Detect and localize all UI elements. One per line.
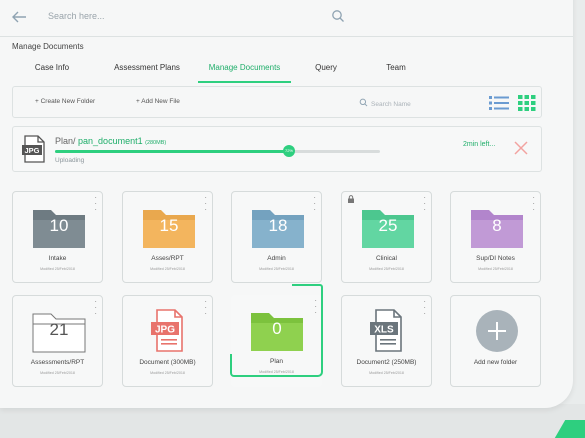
tab-manage-documents[interactable]: Manage Documents xyxy=(198,61,291,83)
more-options-icon[interactable]: · · · xyxy=(532,194,535,214)
folder-count: 25 xyxy=(378,216,398,235)
more-options-icon[interactable]: · · · xyxy=(423,298,426,318)
tab-team[interactable]: Team xyxy=(367,61,425,83)
page-title: Manage Documents xyxy=(12,42,84,51)
back-arrow-icon[interactable] xyxy=(10,8,28,26)
folder-card-assessments-rpt[interactable]: · · · 21 Assessments/RPT Modified 25/Feb/2… xyxy=(12,295,103,387)
file-name: Document (300MB) xyxy=(139,359,196,366)
add-file-button[interactable]: + Add New File xyxy=(136,98,180,105)
file-modified-date: Modified 25/Feb/2018 xyxy=(369,371,404,375)
upload-filename: pan_document1 xyxy=(78,136,143,146)
upload-file-type-label: JPG xyxy=(24,146,39,155)
file-modified-date: Modified 25/Feb/2018 xyxy=(150,371,185,375)
tab-query[interactable]: Query xyxy=(301,61,351,83)
folder-card-clinical[interactable]: · · · 25 Clinical Modified 25/Feb/2018 xyxy=(341,191,432,283)
add-new-folder-label: Add new folder xyxy=(473,359,518,366)
folder-card-intake[interactable]: · · · 10 Intake Modified 25/Feb/2018 xyxy=(12,191,103,283)
folder-count: 15 xyxy=(159,216,179,235)
more-options-icon[interactable]: · · · xyxy=(204,298,207,318)
folder-modified-date: Modified 25/Feb/2018 xyxy=(478,267,513,271)
tab-assessment-plans[interactable]: Assessment Plans xyxy=(106,61,188,83)
more-options-icon[interactable]: · · · xyxy=(204,194,207,214)
folder-modified-date: Modified 25/Feb/2018 xyxy=(40,371,75,375)
search-input[interactable]: Search here... xyxy=(48,11,105,21)
tab-bar: Case Info Assessment Plans Manage Docume… xyxy=(12,61,542,83)
list-view-icon[interactable] xyxy=(489,95,509,111)
upload-time-left: 2min left... xyxy=(463,141,496,148)
file-type-label: XLS xyxy=(374,325,394,336)
folder-card-admin[interactable]: · · · 18 Admin Modified 25/Feb/2018 xyxy=(231,191,322,283)
more-options-icon[interactable]: · · · xyxy=(94,194,97,214)
upload-path: Plan/ xyxy=(55,136,76,146)
folder-name: Asses/RPT xyxy=(151,255,184,262)
upload-progress-fill xyxy=(55,150,289,153)
selection-highlight xyxy=(230,284,323,377)
plus-icon[interactable] xyxy=(469,308,525,354)
more-options-icon[interactable]: · · · xyxy=(94,298,97,318)
folder-name: Clinical xyxy=(376,255,397,262)
more-options-icon[interactable]: · · · xyxy=(423,194,426,214)
file-type-label: JPG xyxy=(155,325,175,336)
folder-name: Admin xyxy=(267,255,286,262)
divider xyxy=(0,36,573,37)
upload-status: Uploading xyxy=(55,157,85,164)
name-search-placeholder: Search Name xyxy=(371,101,411,108)
upload-file-name: Plan/ pan_document1 (280MB) xyxy=(55,136,166,146)
folder-modified-date: Modified 25/Feb/2018 xyxy=(259,267,294,271)
folder-name: Sup/DI Notes xyxy=(476,255,515,262)
jpg-file-icon: JPG xyxy=(151,309,183,352)
add-new-folder-card[interactable]: Add new folder xyxy=(450,295,541,387)
folder-count: 21 xyxy=(49,320,69,339)
folder-modified-date: Modified 25/Feb/2018 xyxy=(40,267,75,271)
folder-modified-date: Modified 25/Feb/2018 xyxy=(369,267,404,271)
upload-progress-bar: 72% xyxy=(55,145,380,157)
file-card-document2[interactable]: · · · XLS Document2 (250MB) Modified 25/Fe… xyxy=(341,295,432,387)
folder-card-sup-di-notes[interactable]: · · · 8 Sup/DI Notes Modified 25/Feb/2018 xyxy=(450,191,541,283)
upload-filesize: (280MB) xyxy=(145,140,167,146)
document-toolbar: + Create New Folder + Add New File Searc… xyxy=(12,86,542,118)
file-card-document[interactable]: · · · JPG Document (300MB) Modified 25/Feb… xyxy=(122,295,213,387)
grid-view-icon[interactable] xyxy=(518,95,536,111)
folder-count: 18 xyxy=(268,216,288,235)
search-icon[interactable] xyxy=(331,9,345,23)
lock-icon xyxy=(348,195,354,203)
upload-progress-panel: JPG Plan/ pan_document1 (280MB) 72% Uplo… xyxy=(12,126,542,172)
folder-count: 10 xyxy=(49,216,69,235)
jpg-file-icon: JPG xyxy=(22,135,46,163)
upload-progress-knob: 72% xyxy=(283,145,295,157)
name-search-input[interactable]: Search Name xyxy=(359,98,411,108)
folder-modified-date: Modified 25/Feb/2018 xyxy=(150,267,185,271)
device-bezel xyxy=(0,404,585,438)
main-panel: Search here... Manage Documents Case Inf… xyxy=(0,0,573,408)
folder-name: Intake xyxy=(48,255,67,262)
tab-case-info[interactable]: Case Info xyxy=(12,61,92,83)
more-options-icon[interactable]: · · · xyxy=(313,194,316,214)
folder-count: 8 xyxy=(492,216,502,235)
cancel-upload-icon[interactable] xyxy=(513,140,529,156)
app-window: Search here... Manage Documents Case Inf… xyxy=(0,0,585,438)
folder-name: Assessments/RPT xyxy=(30,359,85,366)
folder-card-asses-rpt[interactable]: · · · 15 Asses/RPT Modified 25/Feb/2018 xyxy=(122,191,213,283)
top-bar: Search here... xyxy=(0,0,573,36)
create-folder-button[interactable]: + Create New Folder xyxy=(35,98,95,105)
xls-file-icon: XLS xyxy=(370,309,402,352)
file-name: Document2 (250MB) xyxy=(356,359,417,366)
